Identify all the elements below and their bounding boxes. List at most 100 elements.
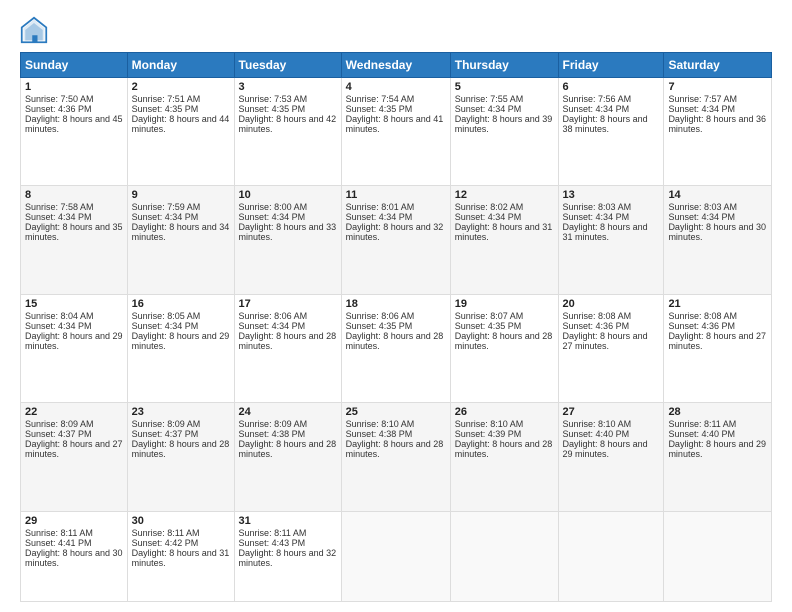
sunrise-label: Sunrise: 8:07 AM (455, 311, 524, 321)
sunrise-label: Sunrise: 8:11 AM (668, 419, 736, 429)
calendar-cell: 10 Sunrise: 8:00 AM Sunset: 4:34 PM Dayl… (234, 186, 341, 294)
page: SundayMondayTuesdayWednesdayThursdayFrid… (0, 0, 792, 612)
sunset-label: Sunset: 4:38 PM (346, 429, 413, 439)
day-number: 22 (25, 406, 123, 418)
daylight-label: Daylight: 8 hours and 29 minutes. (132, 331, 230, 351)
sunset-label: Sunset: 4:34 PM (25, 212, 92, 222)
sunrise-label: Sunrise: 8:11 AM (239, 528, 307, 538)
day-number: 28 (668, 406, 767, 418)
day-number: 17 (239, 298, 337, 310)
weekday-header-friday: Friday (558, 53, 664, 78)
calendar-cell: 8 Sunrise: 7:58 AM Sunset: 4:34 PM Dayli… (21, 186, 128, 294)
day-number: 8 (25, 189, 123, 201)
day-number: 21 (668, 298, 767, 310)
calendar-cell: 24 Sunrise: 8:09 AM Sunset: 4:38 PM Dayl… (234, 403, 341, 511)
sunrise-label: Sunrise: 8:02 AM (455, 202, 524, 212)
daylight-label: Daylight: 8 hours and 39 minutes. (455, 114, 553, 134)
sunrise-label: Sunrise: 7:57 AM (668, 94, 737, 104)
daylight-label: Daylight: 8 hours and 45 minutes. (25, 114, 123, 134)
daylight-label: Daylight: 8 hours and 29 minutes. (563, 439, 648, 459)
week-row-5: 29 Sunrise: 8:11 AM Sunset: 4:41 PM Dayl… (21, 511, 772, 601)
sunrise-label: Sunrise: 8:06 AM (239, 311, 308, 321)
sunset-label: Sunset: 4:35 PM (346, 104, 413, 114)
calendar-cell: 19 Sunrise: 8:07 AM Sunset: 4:35 PM Dayl… (450, 294, 558, 402)
daylight-label: Daylight: 8 hours and 27 minutes. (25, 439, 123, 459)
logo-icon (20, 16, 48, 44)
daylight-label: Daylight: 8 hours and 32 minutes. (239, 548, 337, 568)
sunset-label: Sunset: 4:35 PM (455, 321, 522, 331)
sunset-label: Sunset: 4:38 PM (239, 429, 306, 439)
day-number: 7 (668, 81, 767, 93)
day-number: 5 (455, 81, 554, 93)
day-number: 10 (239, 189, 337, 201)
sunset-label: Sunset: 4:39 PM (455, 429, 522, 439)
calendar-cell: 1 Sunrise: 7:50 AM Sunset: 4:36 PM Dayli… (21, 78, 128, 186)
sunrise-label: Sunrise: 8:00 AM (239, 202, 308, 212)
calendar-cell: 27 Sunrise: 8:10 AM Sunset: 4:40 PM Dayl… (558, 403, 664, 511)
daylight-label: Daylight: 8 hours and 28 minutes. (346, 439, 444, 459)
day-number: 25 (346, 406, 446, 418)
sunset-label: Sunset: 4:34 PM (25, 321, 92, 331)
sunset-label: Sunset: 4:34 PM (455, 104, 522, 114)
sunset-label: Sunset: 4:37 PM (132, 429, 199, 439)
sunrise-label: Sunrise: 8:09 AM (25, 419, 94, 429)
day-number: 1 (25, 81, 123, 93)
sunrise-label: Sunrise: 7:50 AM (25, 94, 94, 104)
day-number: 30 (132, 515, 230, 527)
day-number: 20 (563, 298, 660, 310)
calendar-cell: 11 Sunrise: 8:01 AM Sunset: 4:34 PM Dayl… (341, 186, 450, 294)
sunset-label: Sunset: 4:34 PM (668, 104, 735, 114)
sunset-label: Sunset: 4:34 PM (563, 212, 630, 222)
daylight-label: Daylight: 8 hours and 28 minutes. (455, 331, 553, 351)
daylight-label: Daylight: 8 hours and 32 minutes. (346, 222, 444, 242)
day-number: 31 (239, 515, 337, 527)
day-number: 27 (563, 406, 660, 418)
calendar-cell (664, 511, 772, 601)
sunrise-label: Sunrise: 7:59 AM (132, 202, 201, 212)
calendar: SundayMondayTuesdayWednesdayThursdayFrid… (20, 52, 772, 602)
calendar-cell: 25 Sunrise: 8:10 AM Sunset: 4:38 PM Dayl… (341, 403, 450, 511)
weekday-header-row: SundayMondayTuesdayWednesdayThursdayFrid… (21, 53, 772, 78)
sunrise-label: Sunrise: 8:01 AM (346, 202, 415, 212)
day-number: 16 (132, 298, 230, 310)
weekday-header-monday: Monday (127, 53, 234, 78)
sunrise-label: Sunrise: 8:08 AM (563, 311, 632, 321)
sunrise-label: Sunrise: 7:54 AM (346, 94, 415, 104)
day-number: 6 (563, 81, 660, 93)
calendar-cell: 29 Sunrise: 8:11 AM Sunset: 4:41 PM Dayl… (21, 511, 128, 601)
calendar-table: SundayMondayTuesdayWednesdayThursdayFrid… (20, 52, 772, 602)
sunset-label: Sunset: 4:37 PM (25, 429, 92, 439)
day-number: 2 (132, 81, 230, 93)
sunrise-label: Sunrise: 8:11 AM (25, 528, 93, 538)
daylight-label: Daylight: 8 hours and 31 minutes. (563, 222, 648, 242)
day-number: 29 (25, 515, 123, 527)
sunrise-label: Sunrise: 8:05 AM (132, 311, 201, 321)
sunset-label: Sunset: 4:34 PM (132, 212, 199, 222)
calendar-cell: 23 Sunrise: 8:09 AM Sunset: 4:37 PM Dayl… (127, 403, 234, 511)
sunset-label: Sunset: 4:41 PM (25, 538, 92, 548)
sunset-label: Sunset: 4:34 PM (239, 212, 306, 222)
day-number: 23 (132, 406, 230, 418)
day-number: 14 (668, 189, 767, 201)
day-number: 18 (346, 298, 446, 310)
week-row-3: 15 Sunrise: 8:04 AM Sunset: 4:34 PM Dayl… (21, 294, 772, 402)
daylight-label: Daylight: 8 hours and 27 minutes. (668, 331, 766, 351)
weekday-header-wednesday: Wednesday (341, 53, 450, 78)
day-number: 3 (239, 81, 337, 93)
daylight-label: Daylight: 8 hours and 36 minutes. (668, 114, 766, 134)
sunset-label: Sunset: 4:34 PM (346, 212, 413, 222)
week-row-1: 1 Sunrise: 7:50 AM Sunset: 4:36 PM Dayli… (21, 78, 772, 186)
sunset-label: Sunset: 4:34 PM (668, 212, 735, 222)
day-number: 12 (455, 189, 554, 201)
weekday-header-tuesday: Tuesday (234, 53, 341, 78)
calendar-cell: 9 Sunrise: 7:59 AM Sunset: 4:34 PM Dayli… (127, 186, 234, 294)
daylight-label: Daylight: 8 hours and 29 minutes. (668, 439, 766, 459)
calendar-cell: 15 Sunrise: 8:04 AM Sunset: 4:34 PM Dayl… (21, 294, 128, 402)
daylight-label: Daylight: 8 hours and 30 minutes. (25, 548, 123, 568)
sunset-label: Sunset: 4:35 PM (132, 104, 199, 114)
calendar-cell: 17 Sunrise: 8:06 AM Sunset: 4:34 PM Dayl… (234, 294, 341, 402)
day-number: 24 (239, 406, 337, 418)
weekday-header-saturday: Saturday (664, 53, 772, 78)
sunset-label: Sunset: 4:36 PM (25, 104, 92, 114)
sunrise-label: Sunrise: 7:53 AM (239, 94, 308, 104)
